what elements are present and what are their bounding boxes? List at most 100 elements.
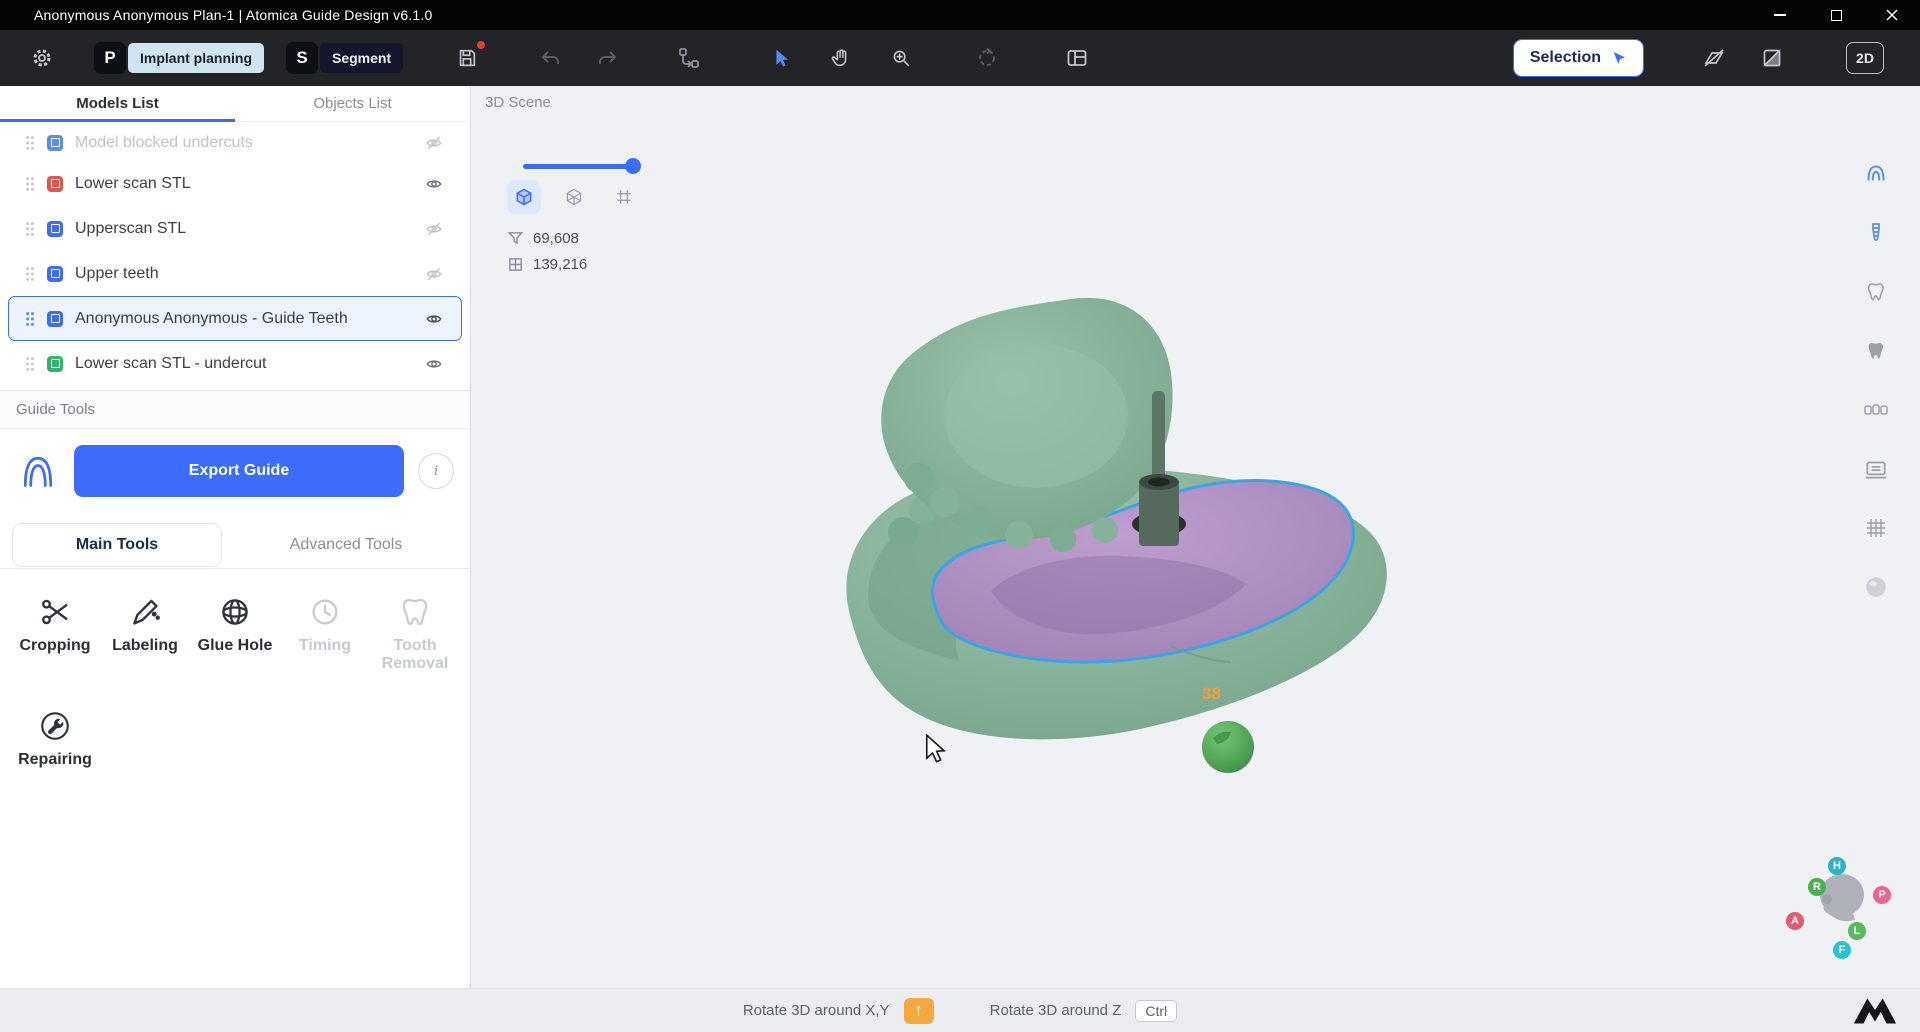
orientation-r-button[interactable]: R — [1808, 878, 1826, 896]
slice-plane-icon — [1704, 49, 1724, 67]
implant-planning-logo: P — [94, 42, 126, 74]
undo-button[interactable] — [537, 44, 565, 72]
selection-mode-button[interactable]: Selection — [1512, 39, 1644, 77]
slider-track[interactable] — [523, 164, 639, 169]
vertices-count-row: 139,216 — [507, 256, 587, 273]
grid-snap-button[interactable] — [1858, 510, 1894, 546]
cross-section-button[interactable] — [1758, 44, 1786, 72]
drag-handle-icon[interactable] — [25, 311, 35, 327]
tool-glue-hole[interactable]: Glue Hole — [190, 589, 280, 673]
left-sidebar: Models List Objects List Model blocked u… — [0, 86, 471, 988]
slider-knob[interactable] — [625, 158, 641, 174]
tab-objects-list[interactable]: Objects List — [235, 86, 470, 121]
wireframe-view-button[interactable] — [557, 180, 591, 214]
model-row-upperscan-stl[interactable]: Upperscan STL — [8, 206, 462, 251]
model-row-guide-teeth[interactable]: Anonymous Anonymous - Guide Teeth — [8, 296, 462, 341]
clock-icon — [308, 589, 342, 629]
drag-handle-icon[interactable] — [25, 135, 35, 151]
drag-handle-icon[interactable] — [25, 356, 35, 372]
tooth-solid-icon — [1868, 343, 1883, 359]
drag-handle-icon[interactable] — [25, 266, 35, 282]
export-row: Export Guide i — [0, 429, 470, 505]
redo-button[interactable] — [593, 44, 621, 72]
bite-arch-button[interactable] — [1858, 156, 1894, 192]
eye-icon — [426, 179, 442, 188]
hand-icon — [831, 49, 847, 67]
visibility-toggle[interactable] — [421, 130, 447, 156]
grid-snap-icon — [1867, 519, 1885, 537]
orientation-h-button[interactable]: H — [1828, 857, 1846, 875]
save-icon — [459, 49, 476, 67]
slice-plane-button[interactable] — [1700, 44, 1728, 72]
eye-slash-icon — [426, 267, 442, 280]
model-row-lower-scan-undercut[interactable]: Lower scan STL - undercut — [8, 341, 462, 386]
sphere-view-button[interactable] — [1858, 569, 1894, 605]
redo-icon — [599, 51, 617, 64]
active-tab-indicator — [0, 119, 235, 122]
funnel-icon — [507, 230, 524, 247]
opacity-slider[interactable] — [523, 158, 641, 174]
implant-planning-module-button[interactable]: P Implant planning — [94, 41, 264, 75]
eye-icon — [426, 359, 442, 368]
model-row-blocked-undercuts[interactable]: Model blocked undercuts — [8, 124, 462, 161]
3d-model[interactable]: 38 — [471, 86, 1920, 988]
teeth-row-button[interactable] — [1858, 392, 1894, 428]
layout-button[interactable] — [1063, 44, 1091, 72]
workflow-button[interactable] — [675, 44, 703, 72]
close-button[interactable] — [1864, 0, 1920, 30]
export-guide-button[interactable]: Export Guide — [74, 445, 404, 497]
info-button[interactable]: i — [418, 453, 454, 489]
faces-count-value: 69,608 — [533, 230, 579, 247]
save-button[interactable] — [453, 41, 486, 72]
visibility-toggle[interactable] — [421, 351, 447, 377]
selection-cursor-icon — [1613, 52, 1625, 64]
faces-count-row: 69,608 — [507, 230, 587, 247]
orientation-navigator[interactable]: H R P A L F — [1771, 841, 1911, 971]
zoom-tool-button[interactable] — [887, 44, 915, 72]
mouse-cursor — [923, 733, 949, 769]
visibility-toggle[interactable] — [421, 171, 447, 197]
grid-view-button[interactable] — [607, 180, 641, 214]
visibility-toggle[interactable] — [421, 261, 447, 287]
tool-timing[interactable]: Timing — [280, 589, 370, 673]
segment-module-button[interactable]: S Segment — [286, 41, 404, 75]
model-row-upper-teeth[interactable]: Upper teeth — [8, 251, 462, 296]
orientation-p-button[interactable]: P — [1873, 886, 1891, 904]
model-type-icon — [47, 175, 63, 192]
print-platform-button[interactable] — [1858, 451, 1894, 487]
tab-main-tools[interactable]: Main Tools — [12, 522, 222, 567]
tool-labeling[interactable]: Labeling — [100, 589, 190, 673]
pan-tool-button[interactable] — [827, 44, 855, 72]
2d-view-button[interactable]: 2D — [1846, 42, 1884, 74]
mesh-icon — [507, 256, 524, 273]
tool-repairing[interactable]: Repairing — [10, 703, 100, 769]
visibility-toggle[interactable] — [421, 306, 447, 332]
tooth-outline-button[interactable] — [1858, 274, 1894, 310]
model-label: Lower scan STL — [75, 174, 191, 192]
select-tool-button[interactable] — [767, 44, 795, 72]
reset-view-button[interactable] — [973, 44, 1001, 72]
tooth-solid-button[interactable] — [1858, 333, 1894, 369]
3d-scene-viewport[interactable]: 3D Scene 38 69,608 139,216 H R P A L F — [471, 86, 1920, 988]
main-toolbar: P Implant planning S Segment Selection 2… — [0, 30, 1920, 86]
settings-button[interactable] — [28, 44, 56, 72]
minimize-button[interactable] — [1752, 0, 1808, 30]
tool-tooth-removal[interactable]: Tooth Removal — [370, 589, 460, 673]
orientation-a-button[interactable]: A — [1786, 912, 1804, 930]
maximize-button[interactable] — [1808, 0, 1864, 30]
orientation-l-button[interactable]: L — [1848, 922, 1866, 940]
implant-planning-label: Implant planning — [128, 43, 264, 73]
unsaved-changes-dot — [477, 41, 486, 49]
shaded-view-button[interactable] — [507, 180, 541, 214]
orientation-f-button[interactable]: F — [1833, 941, 1851, 959]
tool-label: Tooth Removal — [381, 637, 449, 672]
drag-handle-icon[interactable] — [25, 221, 35, 237]
mesh-stats: 69,608 139,216 — [507, 230, 587, 273]
tab-advanced-tools[interactable]: Advanced Tools — [222, 536, 470, 554]
drag-handle-icon[interactable] — [25, 176, 35, 192]
implant-button[interactable] — [1858, 215, 1894, 251]
visibility-toggle[interactable] — [421, 216, 447, 242]
tab-models-list[interactable]: Models List — [0, 86, 235, 121]
model-row-lower-scan-stl[interactable]: Lower scan STL — [8, 161, 462, 206]
tool-cropping[interactable]: Cropping — [10, 589, 100, 673]
